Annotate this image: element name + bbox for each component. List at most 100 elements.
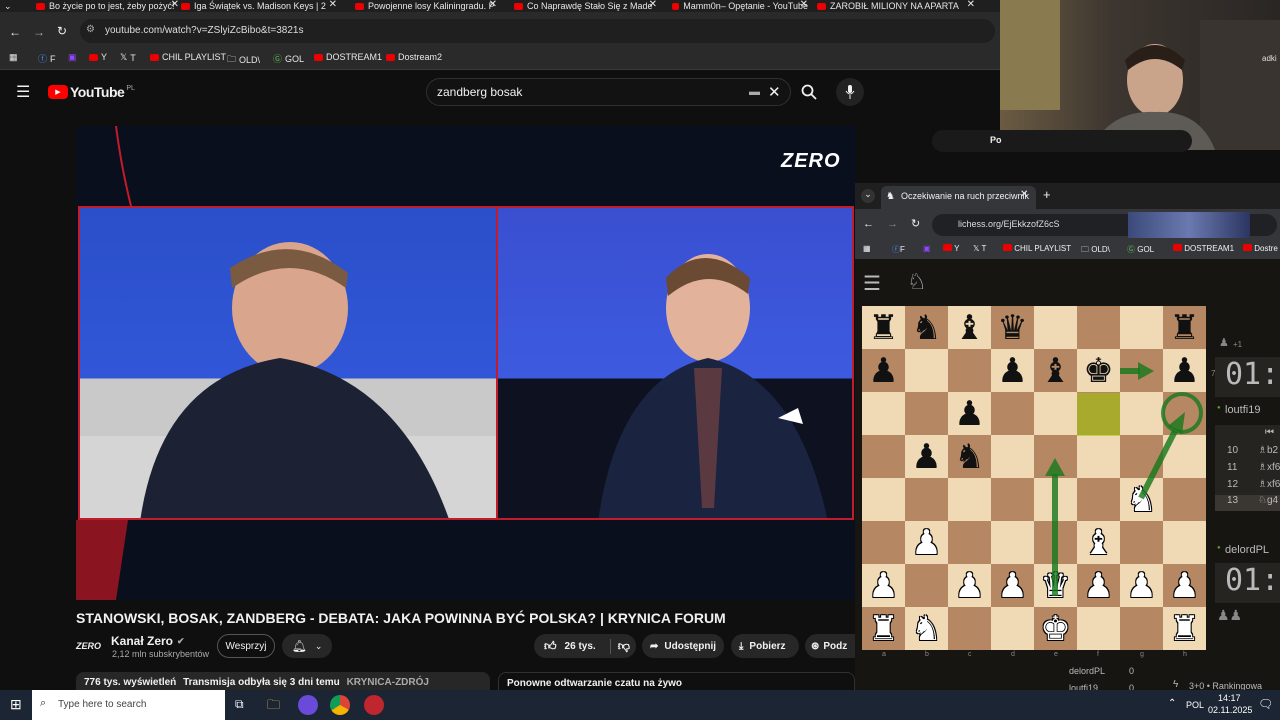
download-button[interactable]: ⤓ Pobierz bbox=[731, 634, 799, 658]
browser-tab-2[interactable]: Iga Świątek vs. Madison Keys | 2 ✕ bbox=[179, 0, 337, 12]
bookmark-folder-old[interactable]: 🗀 OLD\ bbox=[227, 52, 260, 68]
tray-chevron-icon[interactable]: ⌃ bbox=[1168, 698, 1176, 709]
menu-icon[interactable]: ☰ bbox=[16, 82, 30, 102]
file-label: c bbox=[968, 651, 972, 658]
clear-search-icon[interactable]: ✕ bbox=[768, 83, 781, 101]
captured-pawn-icon: ♟ bbox=[1219, 337, 1229, 349]
bookmark-dostream2[interactable]: Dostre bbox=[1243, 244, 1278, 253]
new-tab-icon[interactable]: + bbox=[1043, 187, 1051, 202]
support-button[interactable]: Wesprzyj bbox=[217, 634, 275, 658]
search-box[interactable]: zandberg bosak ▬ ✕ bbox=[426, 78, 791, 106]
location-tag[interactable]: KRYNICA-ZDRÓJ bbox=[347, 677, 429, 688]
bookmark-youtube[interactable]: Y bbox=[943, 244, 959, 253]
score-value: 0 bbox=[1129, 666, 1135, 676]
twitch-icon[interactable]: ▣ bbox=[923, 244, 931, 253]
browser-tab-1[interactable]: Bo życie po to jest, żeby pożyć! ✕ bbox=[34, 0, 179, 12]
notifications-icon[interactable]: 🗨 bbox=[1258, 697, 1273, 711]
tab-list-button[interactable]: ⌄ bbox=[2, 0, 24, 12]
language-indicator[interactable]: POL bbox=[1186, 700, 1204, 710]
youtube-favicon-icon bbox=[672, 2, 680, 10]
search-button[interactable] bbox=[791, 78, 827, 106]
channel-name-row[interactable]: Kanał Zero ✔ bbox=[111, 634, 185, 648]
bookmark-dostream1[interactable]: DOSTREAM1 bbox=[314, 52, 382, 62]
youtube-logo[interactable]: ▶ YouTube PL bbox=[48, 84, 135, 100]
close-tab-icon[interactable]: ✕ bbox=[329, 0, 337, 10]
bookmark-folder-old[interactable]: 🗀 OLD\ bbox=[1081, 244, 1110, 258]
taskbar-search[interactable]: ⌕ Type here to search bbox=[32, 690, 225, 720]
bookmark-dostream2[interactable]: Dostream2 bbox=[386, 52, 442, 62]
file-explorer-icon[interactable]: 🗀 bbox=[267, 696, 280, 718]
forward-arrow-icon[interactable]: → bbox=[887, 218, 898, 230]
move-arrows-overlay bbox=[1045, 362, 1203, 596]
move-san[interactable]: ♗b2 bbox=[1258, 445, 1278, 456]
move-row[interactable]: 11 ♗xf6 bbox=[1215, 462, 1280, 478]
keyboard-icon[interactable]: ▬ bbox=[749, 86, 760, 98]
channel-avatar[interactable]: ZERO bbox=[76, 637, 106, 655]
hamburger-menu-icon[interactable]: ☰ bbox=[863, 271, 881, 296]
close-tab-icon[interactable]: ✕ bbox=[1020, 189, 1028, 200]
reload-icon[interactable]: ↻ bbox=[57, 24, 67, 38]
move-san[interactable]: ♗xf6 bbox=[1258, 462, 1280, 473]
voice-search-button[interactable] bbox=[836, 78, 864, 106]
clock-time[interactable]: 14:17 bbox=[1218, 693, 1241, 703]
like-count[interactable]: 26 tys. bbox=[565, 641, 596, 652]
opponent-name[interactable]: loutfi19 bbox=[1225, 404, 1260, 416]
bookmark-chil-playlist[interactable]: CHIL PLAYLIST bbox=[150, 52, 226, 62]
close-tab-icon[interactable]: ✕ bbox=[489, 0, 497, 10]
bookmark-twitch[interactable]: ▣ bbox=[68, 52, 77, 63]
video-player[interactable]: ZERO bbox=[76, 126, 856, 600]
notifications-button[interactable]: 🔔︎ ⌄ bbox=[282, 634, 332, 658]
back-arrow-icon[interactable]: ← bbox=[9, 25, 21, 39]
move-san[interactable]: ♘g4 bbox=[1258, 495, 1278, 506]
bookmark-youtube[interactable]: Y bbox=[89, 52, 107, 62]
move-row[interactable]: 12 ♗xf6 bbox=[1215, 479, 1280, 495]
first-move-icon[interactable]: ⏮ bbox=[1265, 427, 1274, 438]
chrome-app-icon[interactable] bbox=[330, 695, 350, 715]
forward-arrow-icon[interactable]: → bbox=[33, 25, 45, 39]
cropped-button[interactable]: Po bbox=[932, 130, 1192, 152]
obs-app-icon[interactable] bbox=[364, 695, 384, 715]
browser-tab-4[interactable]: Co Naprawdę Stało Się z Made ✕ bbox=[512, 0, 657, 12]
move-san[interactable]: ♗xf6 bbox=[1258, 479, 1280, 490]
tab-list-button[interactable]: ⌄ bbox=[861, 189, 875, 203]
browser-tab-5[interactable]: Mamm0n– Opętanie - YouTube ✕ bbox=[670, 0, 808, 12]
browser-tab-3[interactable]: Powojenne losy Kaliningradu. P ✕ bbox=[353, 0, 497, 12]
task-view-icon[interactable]: ⧉ bbox=[235, 697, 244, 712]
bookmark-facebook[interactable]: ⓕF bbox=[38, 52, 56, 65]
discord-app-icon[interactable] bbox=[298, 695, 318, 715]
like-icon[interactable]: 👍︎ bbox=[544, 639, 557, 654]
dislike-icon[interactable]: 👎︎ bbox=[609, 638, 630, 654]
opponent-clock: 01: bbox=[1215, 357, 1280, 397]
clock-date[interactable]: 02.11.2025 bbox=[1208, 705, 1252, 715]
channel-name[interactable]: Kanał Zero bbox=[111, 634, 173, 648]
move-row[interactable]: 10 ♗b2 bbox=[1215, 445, 1280, 461]
apps-grid-icon[interactable]: ▦ bbox=[863, 244, 871, 253]
url-field[interactable]: ⚙ youtube.com/watch?v=ZSlyiZcBibo&t=3821… bbox=[80, 19, 995, 43]
like-dislike-group: 👍︎ 26 tys. 👎︎ bbox=[534, 634, 636, 658]
move-row-current[interactable]: 13 ♘g4 bbox=[1215, 495, 1280, 511]
lichess-tab[interactable]: ♞ Oczekiwanie na ruch przeciwnik bbox=[881, 186, 1036, 209]
close-tab-icon[interactable]: ✕ bbox=[967, 0, 975, 10]
browser-tab-6[interactable]: ZAROBIŁ MILIONY NA APARTA ✕ bbox=[815, 0, 975, 12]
player-name[interactable]: delordPL bbox=[1225, 544, 1269, 556]
search-input[interactable]: zandberg bosak bbox=[437, 85, 522, 99]
bookmark-facebook[interactable]: ⓕF bbox=[892, 244, 905, 255]
reload-icon[interactable]: ↻ bbox=[911, 217, 920, 230]
video-left-panel bbox=[78, 206, 498, 520]
close-tab-icon[interactable]: ✕ bbox=[800, 0, 808, 10]
bookmark-gol[interactable]: Ⓖ GOL bbox=[1127, 244, 1154, 255]
close-tab-icon[interactable]: ✕ bbox=[171, 0, 179, 10]
back-arrow-icon[interactable]: ← bbox=[863, 218, 874, 230]
bookmark-x[interactable]: 𝕏 T bbox=[973, 244, 986, 253]
bookmark-dostream1[interactable]: DOSTREAM1 bbox=[1173, 244, 1234, 253]
bookmark-gol[interactable]: Ⓖ GOL bbox=[273, 52, 304, 65]
bookmark-chil-playlist[interactable]: CHIL PLAYLIST bbox=[1003, 244, 1071, 253]
windows-start-icon[interactable]: ⊞ bbox=[10, 696, 22, 713]
close-tab-icon[interactable]: ✕ bbox=[649, 0, 657, 10]
bookmark-x[interactable]: 𝕏T bbox=[120, 52, 136, 63]
share-button[interactable]: ➦ Udostępnij bbox=[642, 634, 724, 658]
apps-grid-icon[interactable]: ▦ bbox=[9, 52, 18, 63]
site-info-icon[interactable]: ⚙ bbox=[86, 24, 95, 35]
thanks-button[interactable]: ⊛ Podz bbox=[805, 634, 855, 658]
lichess-logo-icon[interactable]: ♘ bbox=[907, 269, 927, 295]
